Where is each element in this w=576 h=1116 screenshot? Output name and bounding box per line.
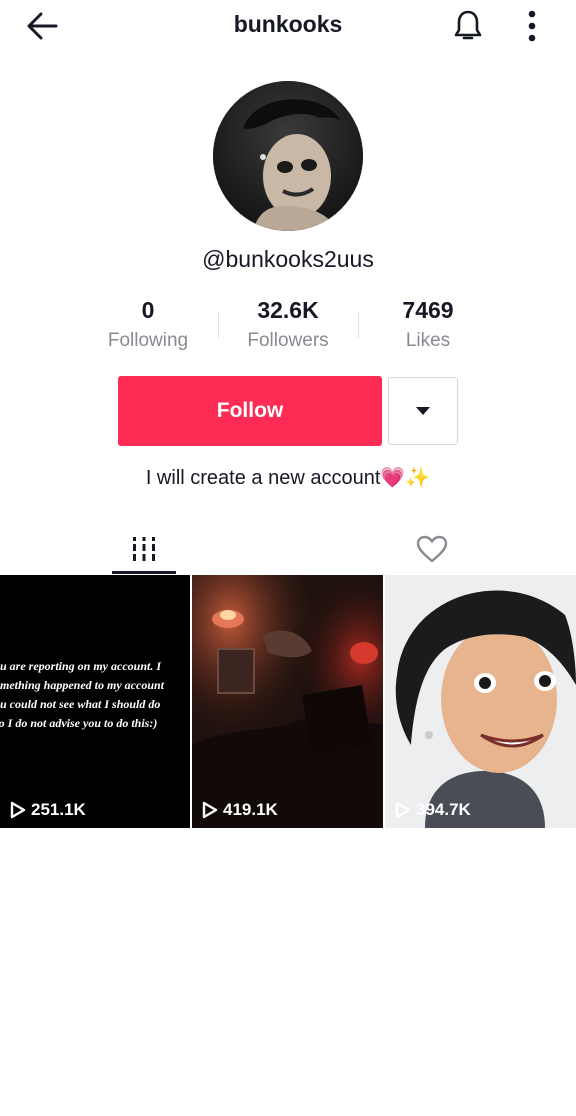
video-grid: ou are reporting on my account. I omethi…: [0, 575, 576, 828]
video-views: 419.1K: [202, 800, 278, 820]
video-thumbnail: [192, 575, 383, 828]
suggested-accounts-dropdown-button[interactable]: [388, 377, 458, 445]
play-outline-icon: [10, 801, 26, 819]
stat-followers[interactable]: 32.6K Followers: [218, 295, 358, 352]
video-tile[interactable]: 419.1K: [192, 575, 383, 828]
tab-liked[interactable]: [400, 524, 464, 574]
video-views: 251.1K: [10, 800, 86, 820]
stat-value: 7469: [402, 297, 454, 323]
page-title: bunkooks: [233, 11, 343, 37]
video-view-count: 394.7K: [416, 800, 471, 819]
stat-value: 32.6K: [257, 297, 319, 323]
more-vertical-icon: [528, 10, 536, 42]
tab-videos[interactable]: [112, 524, 176, 574]
video-view-count: 419.1K: [223, 800, 278, 819]
top-bar: bunkooks: [0, 0, 576, 52]
play-outline-icon: [202, 801, 218, 819]
stat-label: Following: [107, 330, 189, 351]
video-caption-overlay: ou are reporting on my account. I omethi…: [0, 659, 165, 730]
follow-button[interactable]: Follow: [118, 376, 382, 446]
video-view-count: 251.1K: [31, 800, 86, 819]
stat-following[interactable]: 0 Following: [78, 295, 218, 352]
tab-active-indicator: [112, 571, 176, 574]
stat-value: 0: [141, 297, 155, 323]
avatar[interactable]: [213, 81, 363, 231]
stat-label: Followers: [247, 330, 329, 351]
notification-bell-button[interactable]: [448, 6, 488, 46]
avatar-image: [213, 81, 363, 231]
videos-grid-icon: [133, 537, 155, 561]
more-options-button[interactable]: [516, 6, 548, 46]
video-tile[interactable]: 394.7K: [385, 575, 576, 828]
video-views: 394.7K: [395, 800, 471, 820]
video-thumbnail: [385, 575, 576, 828]
profile-username: @bunkooks2uus: [202, 246, 374, 272]
bell-icon: [454, 10, 482, 40]
stat-label: Likes: [405, 330, 451, 351]
stat-likes: 7469 Likes: [358, 295, 498, 352]
play-outline-icon: [395, 801, 411, 819]
profile-bio: I will create a new account💗✨: [145, 467, 431, 489]
caret-down-icon: [416, 407, 430, 415]
video-tile[interactable]: ou are reporting on my account. I omethi…: [0, 575, 190, 828]
heart-outline-icon: [416, 535, 448, 563]
